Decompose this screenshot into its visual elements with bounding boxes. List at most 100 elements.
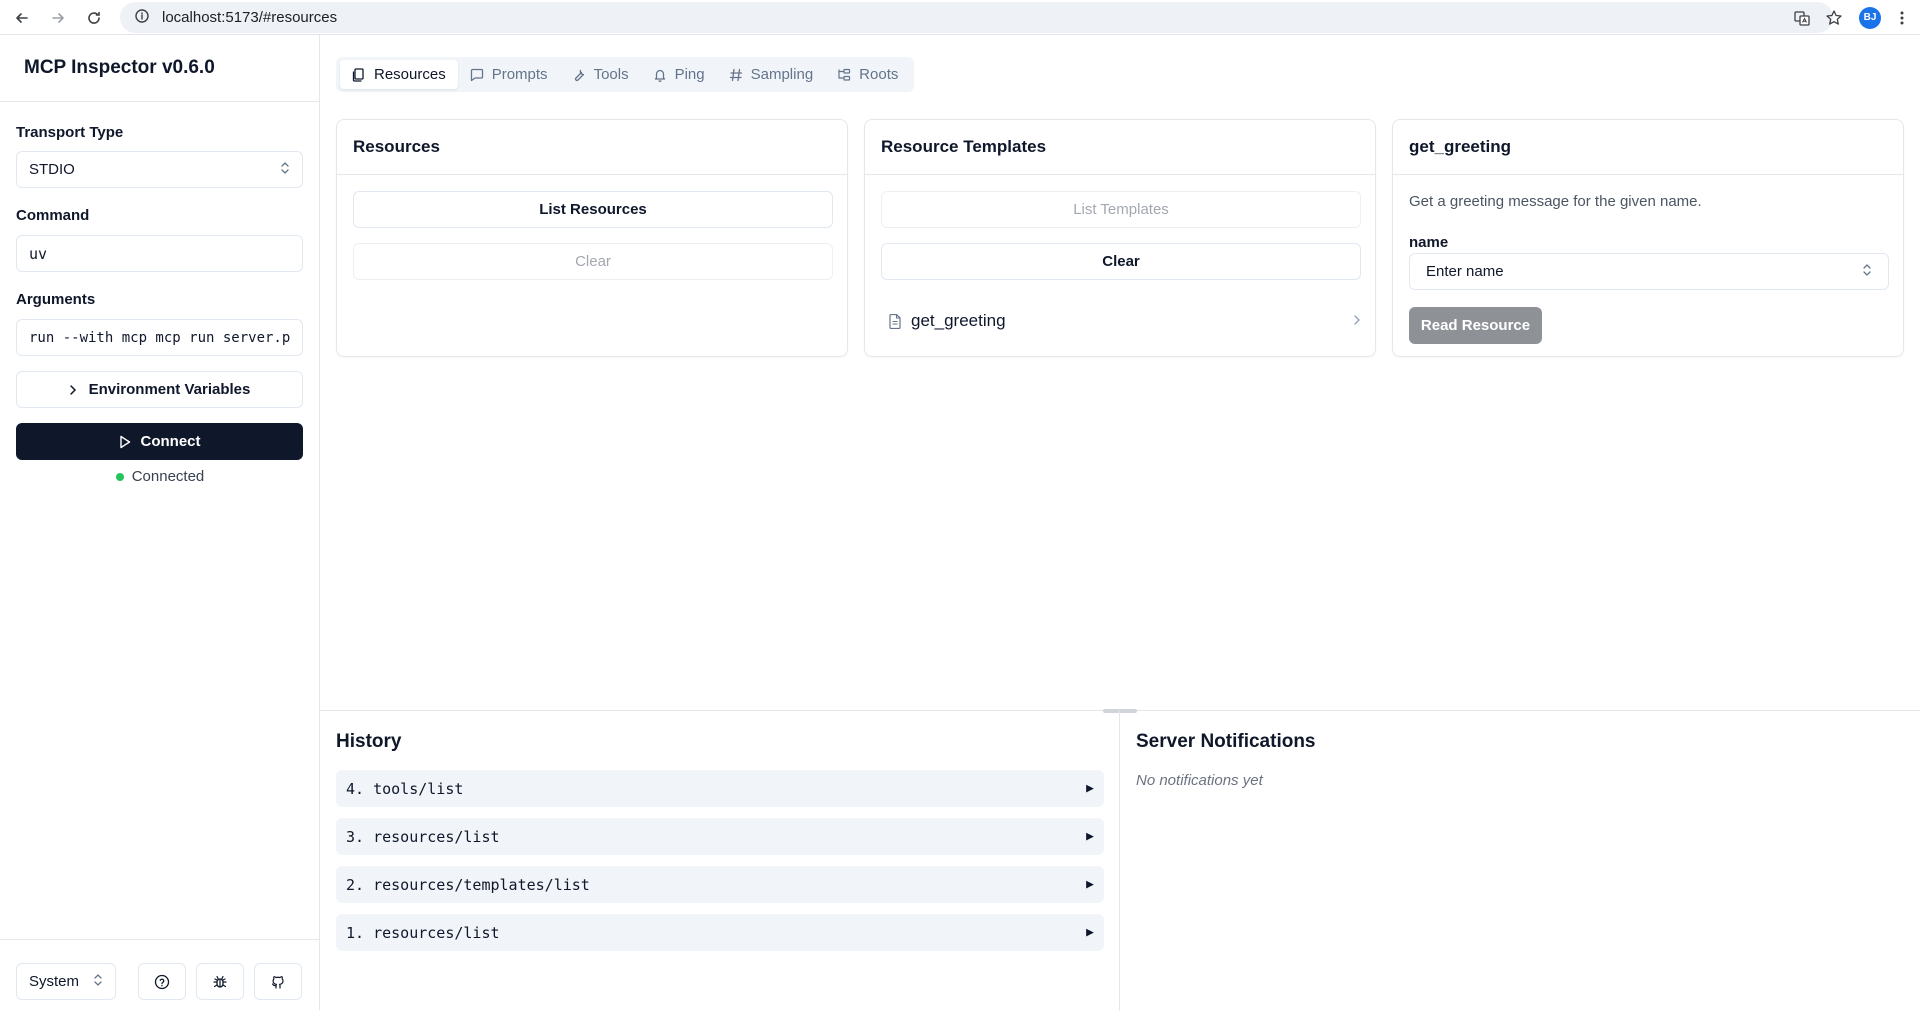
status-dot [115,472,124,481]
site-info-icon[interactable] [134,8,150,28]
play-icon [119,435,131,449]
sidebar-footer: System [0,939,320,1010]
bottom-panel: History 4. tools/list ▶ 3. resources/lis… [320,709,1920,1011]
theme-value: System [29,973,80,990]
file-text-icon [889,313,901,329]
report-bug-button[interactable] [196,963,244,1000]
tab-label: Roots [859,66,899,83]
message-square-icon [470,68,483,81]
app-title: MCP Inspector v0.6.0 [0,35,319,102]
back-icon[interactable] [8,4,36,32]
url-text: localhost:5173/#resources [162,9,338,26]
arguments-input[interactable]: run --with mcp mcp run server.p [16,319,303,356]
tab-tools[interactable]: Tools [560,60,641,89]
history-item[interactable]: 3. resources/list ▶ [336,818,1104,855]
history-item-label: 1. resources/list [346,923,500,942]
history-item-label: 2. resources/templates/list [346,875,590,894]
browser-toolbar: localhost:5173/#resources BJ [0,0,1920,35]
server-notifications-panel: Server Notifications No notifications ye… [1120,711,1920,1011]
resources-card: Resources List Resources Clear [336,119,848,357]
tab-roots[interactable]: Roots [825,60,910,89]
forward-icon[interactable] [44,4,72,32]
profile-initials: BJ [1859,6,1881,29]
status-text: Connected [131,468,205,485]
arguments-label: Arguments [16,291,96,308]
history-title: History [336,731,402,752]
history-item-label: 4. tools/list [346,779,464,798]
translate-icon[interactable] [1788,4,1816,32]
connect-label: Connect [140,433,201,450]
wrench-icon [574,69,584,81]
bug-icon [212,974,228,990]
folder-tree-icon [838,68,851,81]
read-resource-button[interactable]: Read Resource [1409,307,1542,344]
expand-triangle-icon: ▶ [1086,829,1094,844]
template-detail-card: get_greeting Get a greeting message for … [1392,119,1904,357]
hash-icon [729,68,742,81]
connection-status: Connected [0,468,320,485]
environment-variables-button[interactable]: Environment Variables [16,371,303,408]
name-param-placeholder: Enter name [1426,263,1504,280]
transport-type-value: STDIO [29,161,75,178]
resources-title: Resources [337,120,847,175]
address-bar[interactable]: localhost:5173/#resources [120,2,1833,33]
chevrons-up-down-icon [1862,263,1872,281]
connect-button[interactable]: Connect [16,423,303,460]
tab-label: Tools [593,66,629,83]
expand-triangle-icon: ▶ [1086,877,1094,892]
transport-type-select[interactable]: STDIO [16,151,303,188]
tab-ping[interactable]: Ping [641,60,717,89]
tab-label: Resources [374,66,446,83]
files-icon [352,67,364,82]
resource-templates-card: Resource Templates List Templates Clear … [864,119,1376,357]
tab-label: Sampling [750,66,814,83]
bell-icon [654,69,665,82]
history-item[interactable]: 1. resources/list ▶ [336,914,1104,951]
tab-resources[interactable]: Resources [340,60,458,89]
help-circle-icon [154,974,170,990]
history-panel: History 4. tools/list ▶ 3. resources/lis… [320,711,1120,1011]
github-button[interactable] [254,963,302,1000]
command-label: Command [16,207,90,224]
command-input[interactable]: uv [16,235,303,272]
template-detail-title: get_greeting [1393,120,1903,175]
clear-resources-button[interactable]: Clear [353,243,833,280]
tab-list: Resources Prompts Tools Ping Sampling Ro… [336,57,915,92]
history-item[interactable]: 2. resources/templates/list ▶ [336,866,1104,903]
expand-triangle-icon: ▶ [1086,925,1094,940]
list-templates-button[interactable]: List Templates [881,191,1361,228]
expand-triangle-icon: ▶ [1086,781,1094,796]
help-button[interactable] [138,963,186,1000]
name-param-label: name [1409,234,1449,251]
template-name: get_greeting [911,311,1006,330]
tab-sampling[interactable]: Sampling [717,60,826,89]
chevrons-up-down-icon [93,973,103,991]
no-notifications-text: No notifications yet [1136,772,1263,789]
command-value: uv [29,244,48,263]
history-item-label: 3. resources/list [346,827,500,846]
environment-variables-label: Environment Variables [88,381,251,398]
template-description: Get a greeting message for the given nam… [1409,193,1702,210]
history-item[interactable]: 4. tools/list ▶ [336,770,1104,807]
theme-select[interactable]: System [16,963,116,1000]
tab-label: Ping [674,66,705,83]
server-notifications-title: Server Notifications [1136,731,1316,752]
main-content: Resources Prompts Tools Ping Sampling Ro… [320,35,1920,710]
reload-icon[interactable] [80,4,108,32]
tab-prompts[interactable]: Prompts [458,60,560,89]
list-resources-button[interactable]: List Resources [353,191,833,228]
chevrons-up-down-icon [280,161,290,179]
transport-type-label: Transport Type [16,124,124,141]
profile-avatar[interactable]: BJ [1856,4,1884,32]
resource-templates-title: Resource Templates [865,120,1375,175]
github-icon [270,974,286,990]
browser-menu-icon[interactable] [1888,4,1916,32]
clear-templates-button[interactable]: Clear [881,243,1361,280]
chevron-right-icon [1353,311,1361,331]
template-list-item[interactable]: get_greeting [889,307,1361,335]
sidebar: MCP Inspector v0.6.0 Transport Type STDI… [0,35,320,1010]
tab-label: Prompts [491,66,548,83]
name-param-input[interactable]: Enter name [1409,253,1889,290]
chevron-right-icon [69,384,77,396]
bookmark-star-icon[interactable] [1820,4,1848,32]
